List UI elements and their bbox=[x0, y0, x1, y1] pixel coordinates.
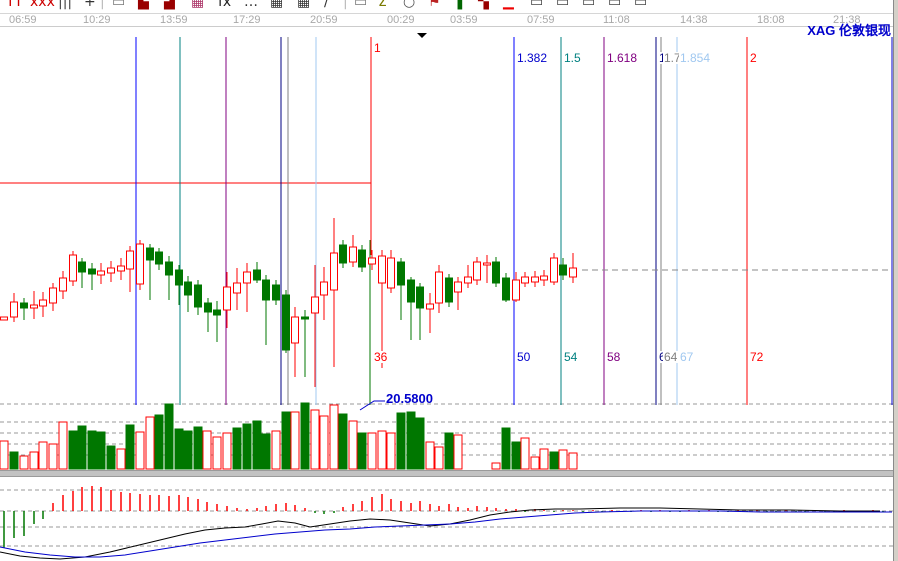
price-annotation-label: 20.5800 bbox=[386, 391, 433, 406]
marker-triangle-icon bbox=[417, 33, 427, 38]
volume-layer bbox=[0, 403, 577, 469]
symbol-label: XAG 伦敦银现 bbox=[807, 20, 891, 39]
fib-line-label: 1.382 bbox=[517, 51, 547, 65]
fib-line-label: 67 bbox=[680, 350, 694, 364]
fib-labels-layer: 1361.382501.5541.618581.61.78641.8546727… bbox=[373, 41, 898, 364]
window-right-border bbox=[893, 0, 898, 561]
macd-dif-line bbox=[0, 508, 880, 559]
fib-line-label: 1 bbox=[374, 41, 381, 55]
price-label-pointer bbox=[360, 401, 385, 410]
fib-time-lines-layer bbox=[136, 37, 892, 405]
fib-line-label: 2 bbox=[750, 51, 757, 65]
fib-line-label: 50 bbox=[517, 350, 531, 364]
fib-line-label: 72 bbox=[750, 350, 764, 364]
fib-line-label: 1.5 bbox=[564, 51, 581, 65]
fib-line-label: 1.618 bbox=[607, 51, 637, 65]
macd-histogram-layer bbox=[4, 486, 883, 548]
fib-line-label: 54 bbox=[564, 350, 578, 364]
fib-line-label: 36 bbox=[374, 350, 388, 364]
fib-line-label: 1.854 bbox=[680, 51, 710, 65]
pane-splitter[interactable] bbox=[0, 470, 898, 477]
chart-window: TTxxx|||+|▭▙▟▦fx…▦▦/|▭Σ○⚑❚▚▁▭▭▭▭▭ 06:591… bbox=[0, 0, 898, 561]
fib-line-label: 64 bbox=[664, 350, 678, 364]
fib-line-label: 58 bbox=[607, 350, 621, 364]
macd-dea-line bbox=[0, 511, 892, 557]
